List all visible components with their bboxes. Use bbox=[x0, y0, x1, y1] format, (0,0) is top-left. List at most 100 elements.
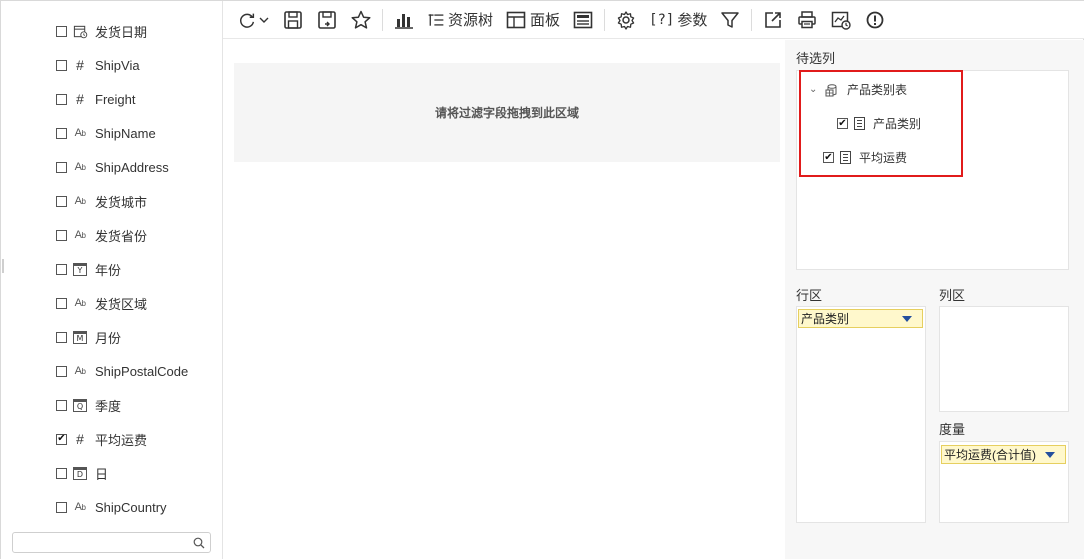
field-label: 年份 bbox=[95, 262, 122, 278]
info-button[interactable] bbox=[858, 5, 892, 35]
star-icon bbox=[351, 10, 371, 29]
favorite-button[interactable] bbox=[344, 5, 378, 35]
column-area-pane[interactable] bbox=[939, 306, 1069, 412]
report-layout-button[interactable] bbox=[566, 5, 600, 35]
parameters-button[interactable]: [?] 参数 bbox=[643, 5, 713, 35]
chart-button[interactable] bbox=[387, 5, 421, 35]
field-item[interactable]: D日 bbox=[1, 456, 221, 490]
field-item[interactable]: M 月份 bbox=[1, 320, 221, 354]
field-checkbox[interactable] bbox=[56, 195, 67, 207]
field-label: 月份 bbox=[95, 330, 122, 346]
text-type-icon: Ab bbox=[74, 229, 86, 241]
field-item[interactable]: Q 季度 bbox=[1, 388, 221, 422]
gear-icon bbox=[617, 10, 635, 30]
field-checkbox[interactable] bbox=[56, 127, 67, 139]
print-button[interactable] bbox=[790, 5, 824, 35]
field-item[interactable]: Ab ShipName bbox=[1, 116, 221, 150]
field-checkbox[interactable]: ✔ bbox=[823, 152, 834, 163]
field-checkbox[interactable]: ✔ bbox=[837, 118, 848, 129]
measure-area-pane[interactable]: 平均运费(合计值) bbox=[939, 441, 1069, 523]
field-item[interactable]: ✔ # 平均运费 bbox=[1, 422, 221, 456]
field-checkbox[interactable] bbox=[56, 399, 67, 411]
resource-tree-button[interactable]: 资源树 bbox=[421, 5, 499, 35]
field-label: ShipCountry bbox=[95, 499, 167, 515]
filter-drop-zone[interactable]: 请将过滤字段拖拽到此区域 bbox=[234, 63, 780, 162]
field-item[interactable]: # ShipVia bbox=[1, 48, 221, 82]
tree-field-label: 平均运费 bbox=[859, 151, 908, 165]
day-icon: D bbox=[71, 465, 89, 481]
hash-icon: # bbox=[76, 91, 84, 107]
tree-node-field[interactable]: ✔ 平均运费 bbox=[823, 149, 907, 166]
field-checkbox[interactable] bbox=[56, 25, 67, 37]
calendar-icon bbox=[71, 23, 89, 39]
field-checkbox[interactable] bbox=[56, 93, 67, 105]
chevron-down-icon[interactable] bbox=[258, 14, 270, 26]
filter-icon bbox=[721, 11, 740, 28]
field-checkbox[interactable] bbox=[56, 161, 67, 173]
search-icon[interactable] bbox=[193, 537, 205, 549]
printer-icon bbox=[798, 10, 817, 28]
toolbar-divider bbox=[751, 8, 753, 31]
measure-area-title: 度量 bbox=[939, 422, 966, 437]
field-item[interactable]: Ab 发货城市 bbox=[1, 184, 221, 218]
refresh-button[interactable] bbox=[231, 5, 276, 35]
panel-label: 面板 bbox=[530, 12, 561, 29]
tree-field-label: 产品类别 bbox=[873, 117, 922, 131]
field-label: ShipName bbox=[95, 125, 156, 141]
field-search-box[interactable] bbox=[12, 532, 211, 553]
field-checkbox[interactable] bbox=[56, 331, 67, 343]
field-label: Freight bbox=[95, 91, 136, 107]
filter-button[interactable] bbox=[713, 5, 747, 35]
field-list: 发货日期 # ShipVia # Freight Ab ShipName Ab ShipAddr… bbox=[1, 14, 221, 524]
row-field-chip[interactable]: 产品类别 bbox=[798, 309, 923, 328]
row-area-title: 行区 bbox=[796, 288, 823, 303]
field-search-input[interactable] bbox=[13, 533, 183, 552]
tree-node-table[interactable]: ⌄ 产品类别表 bbox=[809, 81, 907, 98]
measure-field-chip[interactable]: 平均运费(合计值) bbox=[941, 445, 1066, 464]
quarter-icon: Q bbox=[71, 397, 89, 413]
caret-down-icon[interactable] bbox=[902, 316, 912, 322]
field-list-icon bbox=[854, 117, 865, 130]
field-checkbox[interactable] bbox=[56, 59, 67, 71]
field-item[interactable]: 发货日期 bbox=[1, 14, 221, 48]
field-label: 平均运费 bbox=[95, 432, 148, 448]
database-table-icon bbox=[825, 83, 837, 96]
field-item[interactable]: Y 年份 bbox=[1, 252, 221, 286]
save-button[interactable] bbox=[276, 5, 310, 35]
panel-layout-icon bbox=[506, 11, 526, 28]
row-field-chip-label: 产品类别 bbox=[801, 312, 850, 326]
field-checkbox[interactable] bbox=[56, 467, 67, 479]
resource-tree-icon bbox=[428, 13, 444, 26]
caret-down-icon[interactable] bbox=[1045, 452, 1055, 458]
field-checkbox[interactable] bbox=[56, 297, 67, 309]
field-checkbox[interactable] bbox=[56, 365, 67, 377]
field-checkbox[interactable]: ✔ bbox=[56, 433, 67, 445]
text-type-icon: Ab bbox=[74, 297, 86, 309]
field-item[interactable]: Ab 发货省份 bbox=[1, 218, 221, 252]
tree-node-field[interactable]: ✔ 产品类别 bbox=[837, 115, 921, 132]
save-icon bbox=[284, 10, 302, 29]
settings-button[interactable] bbox=[609, 5, 643, 35]
field-checkbox[interactable] bbox=[56, 229, 67, 241]
field-checkbox[interactable] bbox=[56, 263, 67, 275]
field-item[interactable]: Ab ShipPostalCode bbox=[1, 354, 221, 388]
save-as-button[interactable] bbox=[310, 5, 344, 35]
report-designer: 发货日期 # ShipVia # Freight Ab ShipName Ab ShipAddr… bbox=[0, 0, 1084, 559]
text-type-icon: Ab bbox=[74, 161, 86, 173]
export-icon bbox=[765, 11, 782, 28]
panel-button[interactable]: 面板 bbox=[499, 5, 566, 35]
hash-icon: # bbox=[76, 57, 84, 73]
field-item[interactable]: Ab ShipAddress bbox=[1, 150, 221, 184]
field-item[interactable]: Ab 发货区域 bbox=[1, 286, 221, 320]
field-checkbox[interactable] bbox=[56, 501, 67, 513]
field-item[interactable]: Ab ShipCountry bbox=[1, 490, 221, 524]
month-icon: M bbox=[71, 329, 89, 345]
row-area-pane[interactable]: 产品类别 bbox=[796, 306, 926, 523]
toolbar-divider bbox=[604, 8, 606, 31]
field-item[interactable]: # Freight bbox=[1, 82, 221, 116]
parameters-label: 参数 bbox=[677, 12, 708, 29]
export-button[interactable] bbox=[756, 5, 790, 35]
scheduled-report-button[interactable] bbox=[824, 5, 858, 35]
filter-drop-hint: 请将过滤字段拖拽到此区域 bbox=[434, 106, 579, 120]
chevron-down-icon[interactable]: ⌄ bbox=[809, 84, 819, 95]
